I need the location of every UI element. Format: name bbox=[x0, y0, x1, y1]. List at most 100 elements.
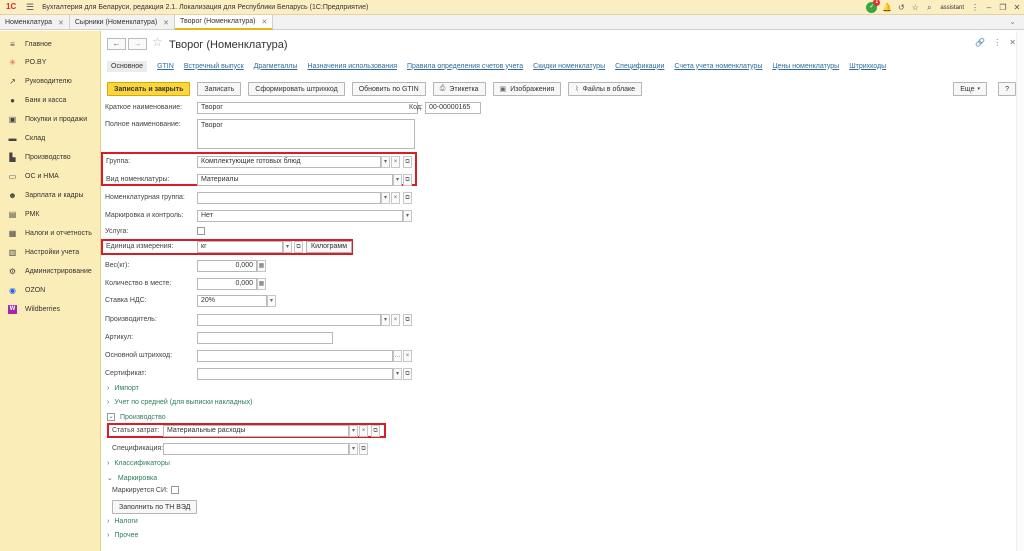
images-button[interactable]: ▣ Изображения bbox=[492, 82, 562, 96]
section-discounts[interactable]: Скидки номенклатуры bbox=[533, 63, 605, 70]
group-field[interactable]: Комплектующие готовых блюд bbox=[197, 156, 381, 168]
nom-group-field[interactable] bbox=[197, 192, 381, 204]
weight-field[interactable]: 0,000 bbox=[197, 260, 257, 272]
label-button[interactable]: ⎙ Этикетка bbox=[432, 82, 486, 96]
kind-dropdown-button[interactable]: ▾ bbox=[393, 174, 402, 186]
sidebar-item-bank[interactable]: ● Банк и касса bbox=[0, 91, 101, 109]
sidebar-item-manager[interactable]: ↗ Руководителю bbox=[0, 72, 101, 90]
tab-tvorog[interactable]: Творог (Номенклатура) ✕ bbox=[175, 15, 274, 30]
sidebar-item-ozon[interactable]: ◉ OZON bbox=[0, 281, 101, 299]
spec-open-button[interactable]: ⧉ bbox=[359, 443, 368, 455]
unit-dropdown-button[interactable]: ▾ bbox=[283, 241, 292, 253]
close-form-icon[interactable]: ✕ bbox=[1009, 38, 1016, 47]
barcode-select-button[interactable]: … bbox=[393, 350, 402, 362]
group-other[interactable]: › Прочее bbox=[107, 532, 138, 539]
short-name-field[interactable]: Творог bbox=[197, 102, 418, 114]
more-vertical-icon[interactable]: ⋮ bbox=[993, 38, 1001, 47]
close-tab-icon[interactable]: ✕ bbox=[261, 18, 267, 26]
sidebar-item-admin[interactable]: ⚙ Администрирование bbox=[0, 262, 101, 280]
help-button[interactable]: ? bbox=[998, 82, 1016, 96]
bell-icon[interactable]: 🔔 bbox=[880, 3, 894, 12]
barcode-field[interactable] bbox=[197, 350, 393, 362]
unit-field[interactable]: кг bbox=[197, 241, 283, 253]
cert-open-button[interactable]: ⧉ bbox=[403, 368, 412, 380]
sidebar-item-accounting-settings[interactable]: ▥ Настройки учета bbox=[0, 243, 101, 261]
producer-field[interactable] bbox=[197, 314, 381, 326]
kind-open-button[interactable]: ⧉ bbox=[403, 174, 412, 186]
group-classifiers[interactable]: › Классификаторы bbox=[107, 460, 170, 467]
search-icon[interactable]: ⌕ bbox=[922, 3, 936, 13]
minimize-icon[interactable]: – bbox=[982, 3, 996, 12]
marking-field[interactable]: Нет bbox=[197, 210, 403, 222]
sidebar-item-main[interactable]: ≡ Главное bbox=[0, 35, 101, 53]
qty-field[interactable]: 0,000 bbox=[197, 278, 257, 290]
close-icon[interactable]: ✕ bbox=[1010, 3, 1024, 12]
nom-group-clear-button[interactable]: × bbox=[391, 192, 400, 204]
barcode-clear-button[interactable]: × bbox=[403, 350, 412, 362]
nom-group-open-button[interactable]: ⧉ bbox=[403, 192, 412, 204]
chevron-down-icon[interactable]: ⌄ bbox=[1009, 17, 1016, 26]
producer-clear-button[interactable]: × bbox=[391, 314, 400, 326]
section-precious-metals[interactable]: Драгметаллы bbox=[254, 63, 298, 70]
sidebar-item-taxes[interactable]: ▦ Налоги и отчетность bbox=[0, 224, 101, 242]
cost-clear-button[interactable]: × bbox=[359, 425, 368, 437]
cost-field[interactable]: Материальные расходы bbox=[163, 425, 349, 437]
group-clear-button[interactable]: × bbox=[391, 156, 400, 168]
back-button[interactable]: ← bbox=[107, 38, 126, 50]
full-name-field[interactable]: Творог bbox=[197, 119, 415, 149]
notifications-icon[interactable]: ✓ 1 bbox=[866, 0, 881, 13]
section-prices[interactable]: Цены номенклатуры bbox=[772, 63, 839, 70]
nom-group-dropdown-button[interactable]: ▾ bbox=[381, 192, 390, 204]
kind-field[interactable]: Материалы bbox=[197, 174, 393, 186]
menu-icon[interactable]: ☰ bbox=[26, 2, 34, 13]
group-production[interactable]: ⌄ Производство bbox=[107, 413, 166, 421]
group-open-button[interactable]: ⧉ bbox=[403, 156, 412, 168]
favorite-star-icon[interactable]: ☆ bbox=[152, 35, 163, 49]
service-checkbox[interactable] bbox=[197, 227, 205, 235]
code-field[interactable]: 00-00000165 bbox=[425, 102, 481, 114]
group-marking[interactable]: ⌄ Маркировка bbox=[107, 474, 157, 483]
qty-calculator-icon[interactable]: ▦ bbox=[257, 278, 266, 290]
section-main[interactable]: Основное bbox=[107, 60, 148, 72]
more-button[interactable]: Еще ▾ bbox=[953, 82, 987, 96]
cost-open-button[interactable]: ⧉ bbox=[371, 425, 380, 437]
section-specifications[interactable]: Спецификации bbox=[615, 63, 664, 70]
settings-menu-icon[interactable]: ⋮ bbox=[968, 3, 982, 12]
update-gtin-button[interactable]: Обновить по GTIN bbox=[351, 82, 426, 96]
vat-dropdown-button[interactable]: ▾ bbox=[267, 295, 276, 307]
producer-dropdown-button[interactable]: ▾ bbox=[381, 314, 390, 326]
vertical-scrollbar[interactable] bbox=[1016, 31, 1024, 551]
restore-icon[interactable]: ❐ bbox=[996, 3, 1010, 12]
close-tab-icon[interactable]: ✕ bbox=[163, 19, 169, 27]
section-counter-release[interactable]: Встречный выпуск bbox=[184, 63, 244, 70]
group-average[interactable]: › Учет по средней (для выписки накладных) bbox=[107, 399, 253, 406]
producer-open-button[interactable]: ⧉ bbox=[403, 314, 412, 326]
section-barcodes[interactable]: Штрихкоды bbox=[849, 63, 886, 70]
fill-by-tnved-button[interactable]: Заполнить по ТН ВЭД bbox=[112, 500, 198, 514]
section-usage[interactable]: Назначения использования bbox=[307, 63, 397, 70]
marking-dropdown-button[interactable]: ▾ bbox=[403, 210, 412, 222]
sidebar-item-poby[interactable]: ✳ PO.BY bbox=[0, 53, 101, 71]
cert-dropdown-button[interactable]: ▾ bbox=[393, 368, 402, 380]
group-import[interactable]: › Импорт bbox=[107, 385, 139, 392]
vat-field[interactable]: 20% bbox=[197, 295, 267, 307]
spec-field[interactable] bbox=[163, 443, 349, 455]
group-taxes[interactable]: › Налоги bbox=[107, 518, 138, 525]
tab-syrniki[interactable]: Сырники (Номенклатура) ✕ bbox=[70, 15, 176, 30]
history-icon[interactable]: ↺ bbox=[894, 3, 908, 12]
save-and-close-button[interactable]: Записать и закрыть bbox=[107, 82, 191, 96]
sidebar-item-production[interactable]: ▙ Производство bbox=[0, 148, 101, 166]
marked-si-checkbox[interactable] bbox=[171, 486, 179, 494]
sidebar-item-warehouse[interactable]: ▬ Склад bbox=[0, 129, 101, 147]
cert-field[interactable] bbox=[197, 368, 393, 380]
section-gtin[interactable]: GTIN bbox=[157, 63, 174, 70]
link-icon[interactable]: 🔗 bbox=[975, 38, 985, 47]
group-dropdown-button[interactable]: ▾ bbox=[381, 156, 390, 168]
close-tab-icon[interactable]: ✕ bbox=[58, 19, 64, 27]
spec-dropdown-button[interactable]: ▾ bbox=[349, 443, 358, 455]
section-accounts[interactable]: Счета учета номенклатуры bbox=[674, 63, 762, 70]
tab-nomenclature[interactable]: Номенклатура ✕ bbox=[0, 15, 70, 30]
section-account-rules[interactable]: Правила определения счетов учета bbox=[407, 63, 523, 70]
forward-button[interactable]: → bbox=[128, 38, 147, 50]
user-name[interactable]: assistant bbox=[940, 5, 964, 11]
